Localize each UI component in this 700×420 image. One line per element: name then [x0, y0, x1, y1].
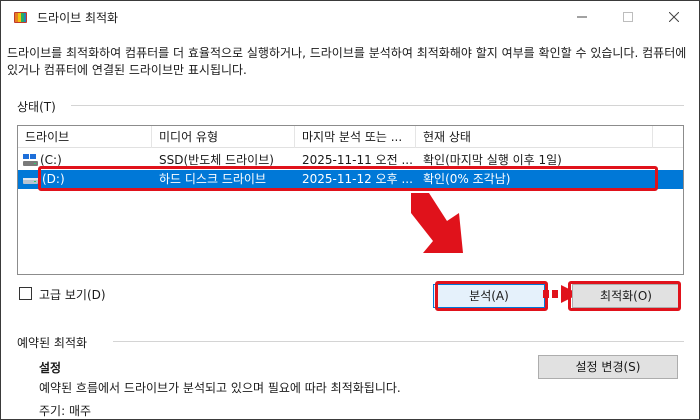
title-bar[interactable]: 드라이브 최적화	[1, 1, 699, 33]
arrow-down-icon	[411, 193, 463, 253]
settings-description: 예약된 흐름에서 드라이브가 분석되고 있으며 필요에 따라 최적화됩니다.	[39, 381, 401, 395]
column-header-status[interactable]: 현재 상태	[416, 126, 653, 148]
close-button[interactable]	[651, 1, 697, 33]
window-title: 드라이브 최적화	[37, 11, 119, 25]
minimize-icon	[577, 16, 587, 18]
column-header-last-run[interactable]: 마지막 분석 또는 ...	[295, 126, 416, 148]
maximize-button[interactable]	[605, 1, 651, 33]
column-header-drive[interactable]: 드라이브	[18, 126, 152, 148]
analyze-highlight	[435, 281, 548, 311]
windows-drive-icon	[23, 154, 38, 166]
defrag-app-icon	[14, 12, 27, 23]
change-settings-button[interactable]: 설정 변경(S)	[538, 355, 678, 379]
description-text: 드라이브를 최적화하여 컴퓨터를 더 효율적으로 실행하거나, 드라이브를 분석…	[7, 46, 687, 77]
drive-optimizer-window: 드라이브 최적화 드라이브를 최적화하여 컴퓨터를 더 효율적으로 실행하거나,…	[0, 0, 700, 420]
selected-drive-highlight	[38, 166, 658, 191]
hard-drive-icon	[23, 178, 38, 184]
minimize-button[interactable]	[559, 1, 605, 33]
settings-title: 설정	[39, 361, 62, 375]
close-icon	[669, 12, 679, 22]
status-section-label: 상태(T)	[17, 100, 56, 114]
maximize-icon	[623, 12, 633, 22]
frequency-text: 주기: 매주	[39, 404, 92, 418]
advanced-view-label[interactable]: 고급 보기(D)	[39, 286, 106, 303]
scheduled-separator	[113, 341, 684, 342]
column-header-media[interactable]: 미디어 유형	[152, 126, 295, 148]
advanced-view-checkbox[interactable]	[19, 287, 32, 300]
drive-list[interactable]: 드라이브 미디어 유형 마지막 분석 또는 ... 현재 상태 (C:) SSD…	[17, 125, 684, 275]
drive-list-header: 드라이브 미디어 유형 마지막 분석 또는 ... 현재 상태	[18, 126, 683, 148]
scheduled-section-label: 예약된 최적화	[17, 336, 88, 350]
optimize-highlight	[568, 281, 681, 311]
status-separator	[71, 105, 684, 106]
